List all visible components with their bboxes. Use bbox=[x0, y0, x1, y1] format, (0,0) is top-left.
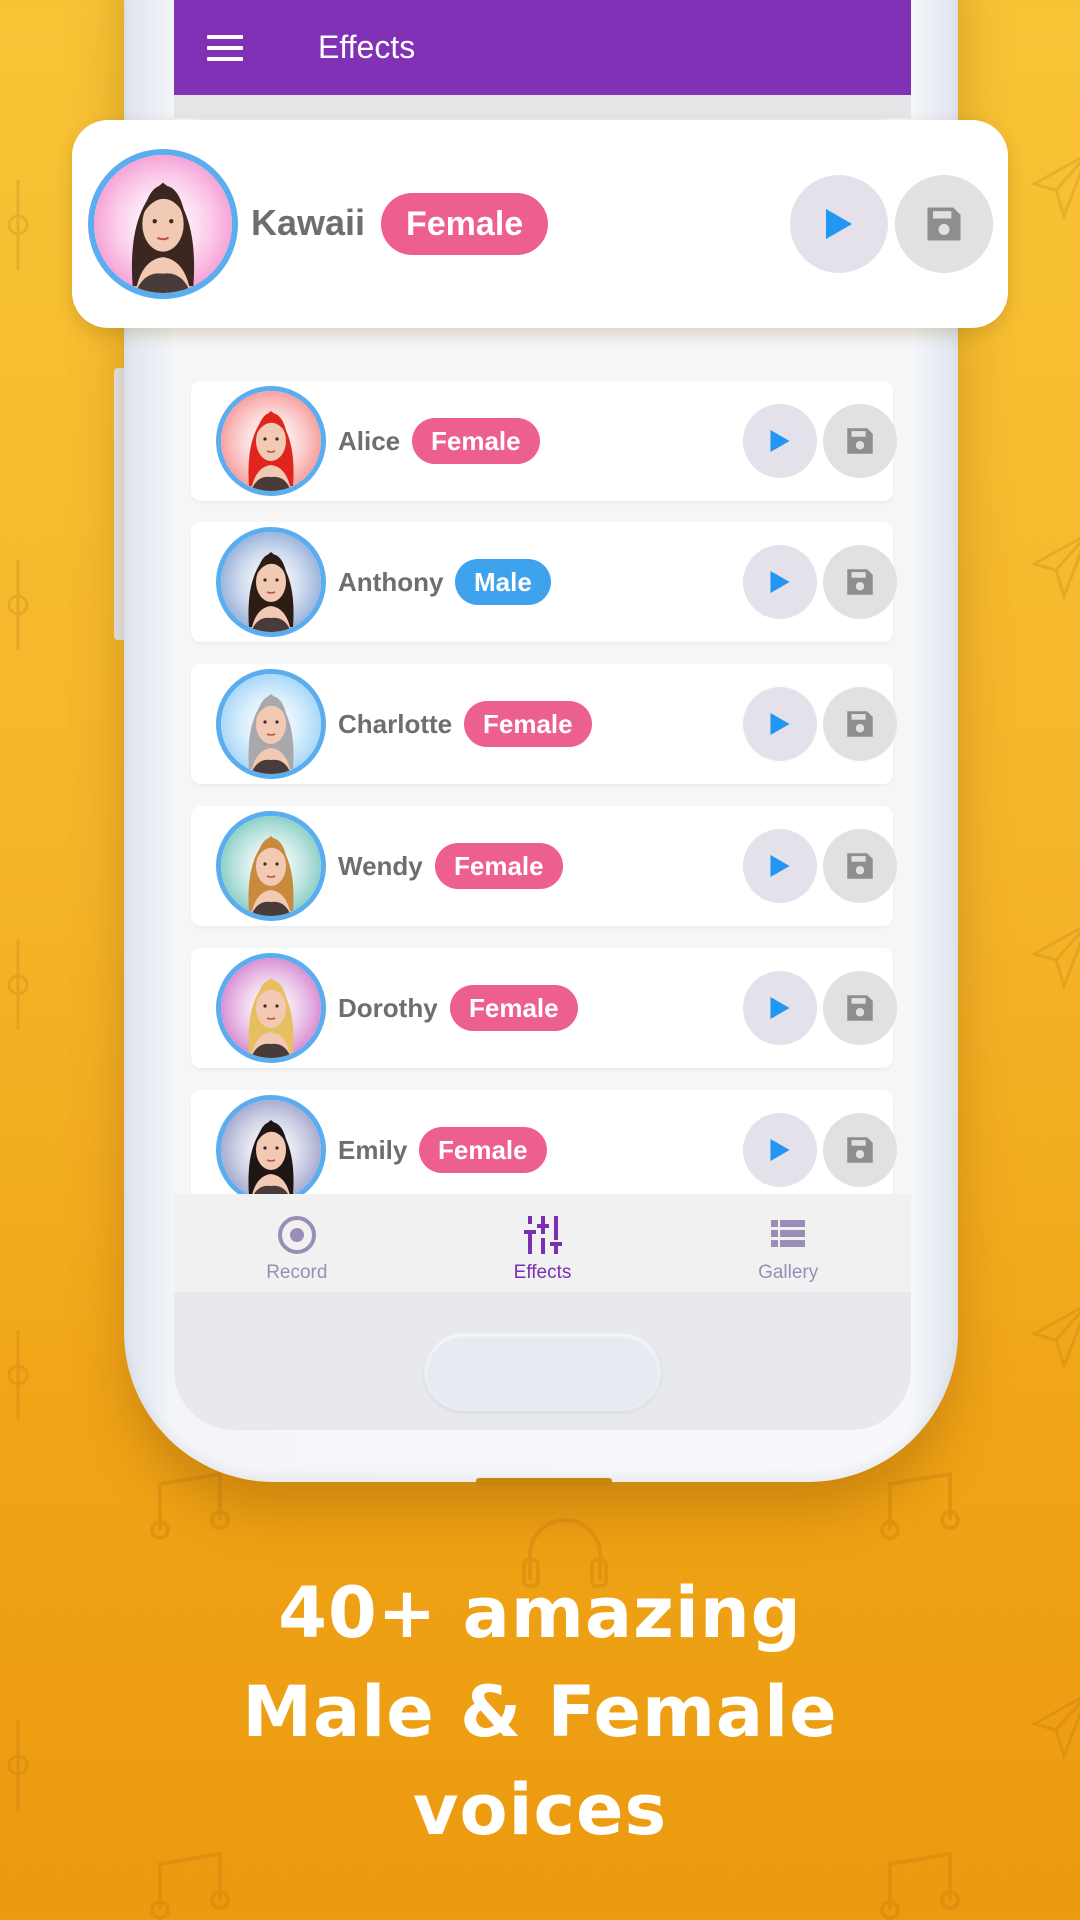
save-icon bbox=[847, 853, 873, 879]
music-note-decoration-icon bbox=[880, 1470, 960, 1540]
play-button[interactable] bbox=[743, 404, 817, 478]
music-note-decoration-icon bbox=[150, 1850, 230, 1920]
nav-record[interactable]: Record bbox=[174, 1194, 420, 1292]
voice-name: Dorothy bbox=[338, 993, 438, 1023]
play-icon bbox=[770, 713, 790, 735]
app-bar-shadow bbox=[174, 95, 911, 119]
list-icon bbox=[771, 1220, 806, 1247]
paper-plane-decoration-icon bbox=[1030, 920, 1080, 990]
page-title: Effects bbox=[318, 29, 416, 65]
promo-line-2: Male & Female bbox=[242, 1671, 838, 1753]
featured-avatar bbox=[88, 149, 238, 299]
voice-avatar bbox=[216, 811, 326, 921]
voice-avatar bbox=[216, 953, 326, 1063]
save-button[interactable] bbox=[823, 971, 897, 1045]
voice-name: Alice bbox=[338, 426, 401, 456]
voice-name: Wendy bbox=[338, 851, 423, 881]
save-button[interactable] bbox=[823, 687, 897, 761]
promo-line-1: 40+ amazing bbox=[278, 1572, 802, 1654]
voice-list-item[interactable]: Dorothy Female bbox=[191, 948, 897, 1068]
voice-avatar bbox=[216, 527, 326, 637]
nav-gallery-label: Gallery bbox=[758, 1262, 819, 1283]
featured-voice-name: Kawaii bbox=[251, 202, 366, 243]
save-icon bbox=[847, 711, 873, 737]
gender-badge: Female bbox=[464, 701, 592, 747]
gender-badge: Male bbox=[455, 559, 551, 605]
voice-avatar bbox=[216, 669, 326, 779]
featured-gender-badge: Female bbox=[381, 193, 549, 255]
save-icon bbox=[847, 428, 873, 454]
play-icon bbox=[770, 997, 790, 1019]
record-icon bbox=[277, 1216, 316, 1254]
gender-badge: Female bbox=[435, 843, 563, 889]
phone-home-button bbox=[424, 1332, 661, 1411]
play-icon bbox=[770, 855, 790, 877]
voice-name: Anthony bbox=[338, 567, 444, 597]
hamburger-menu-icon[interactable] bbox=[207, 34, 243, 61]
gender-badge: Female bbox=[412, 418, 540, 464]
save-button[interactable] bbox=[823, 1113, 897, 1187]
save-icon bbox=[847, 1137, 873, 1163]
voice-list-item[interactable]: Anthony Male bbox=[191, 522, 897, 642]
app-bar: Effects bbox=[174, 0, 911, 95]
play-button[interactable] bbox=[743, 1113, 817, 1187]
voice-list-item[interactable]: Alice Female bbox=[191, 381, 897, 501]
voice-avatar bbox=[216, 1095, 326, 1194]
save-icon bbox=[847, 569, 873, 595]
featured-voice-card[interactable]: Kawaii Female bbox=[72, 120, 1008, 328]
voice-list-item[interactable]: Wendy Female bbox=[191, 806, 897, 926]
featured-save-button[interactable] bbox=[895, 175, 993, 273]
equalizer-icon bbox=[523, 1216, 562, 1254]
voice-name: Charlotte bbox=[338, 709, 453, 739]
nav-effects-label: Effects bbox=[513, 1262, 572, 1283]
slider-decoration-icon bbox=[6, 180, 30, 270]
play-button[interactable] bbox=[743, 829, 817, 903]
gender-badge: Female bbox=[419, 1127, 547, 1173]
play-icon bbox=[770, 1139, 790, 1161]
music-note-decoration-icon bbox=[880, 1850, 960, 1920]
slider-decoration-icon bbox=[6, 940, 30, 1030]
play-icon bbox=[826, 209, 852, 239]
save-button[interactable] bbox=[823, 545, 897, 619]
nav-gallery[interactable]: Gallery bbox=[665, 1194, 911, 1292]
nav-record-label: Record bbox=[266, 1262, 328, 1283]
paper-plane-decoration-icon bbox=[1030, 530, 1080, 600]
save-icon bbox=[927, 207, 961, 241]
save-button[interactable] bbox=[823, 404, 897, 478]
phone-side-button bbox=[114, 368, 124, 640]
gender-badge: Female bbox=[450, 985, 578, 1031]
save-icon bbox=[847, 995, 873, 1021]
play-icon bbox=[770, 430, 790, 452]
voice-list-item[interactable]: Charlotte Female bbox=[191, 664, 897, 784]
play-button[interactable] bbox=[743, 545, 817, 619]
music-note-decoration-icon bbox=[150, 1470, 230, 1540]
featured-play-button[interactable] bbox=[790, 175, 888, 273]
slider-decoration-icon bbox=[6, 1330, 30, 1420]
save-button[interactable] bbox=[823, 829, 897, 903]
voice-list-item[interactable]: Emily Female bbox=[191, 1090, 897, 1194]
bottom-navigation: Record Effects Gallery bbox=[174, 1194, 911, 1292]
play-button[interactable] bbox=[743, 687, 817, 761]
phone-bottom-port bbox=[476, 1478, 612, 1486]
play-icon bbox=[770, 571, 790, 593]
voice-name: Emily bbox=[338, 1135, 408, 1165]
paper-plane-decoration-icon bbox=[1030, 150, 1080, 220]
paper-plane-decoration-icon bbox=[1030, 1300, 1080, 1370]
voice-avatar bbox=[216, 386, 326, 496]
nav-effects[interactable]: Effects bbox=[420, 1194, 666, 1292]
promo-line-3: voices bbox=[412, 1769, 668, 1851]
slider-decoration-icon bbox=[6, 560, 30, 650]
play-button[interactable] bbox=[743, 971, 817, 1045]
